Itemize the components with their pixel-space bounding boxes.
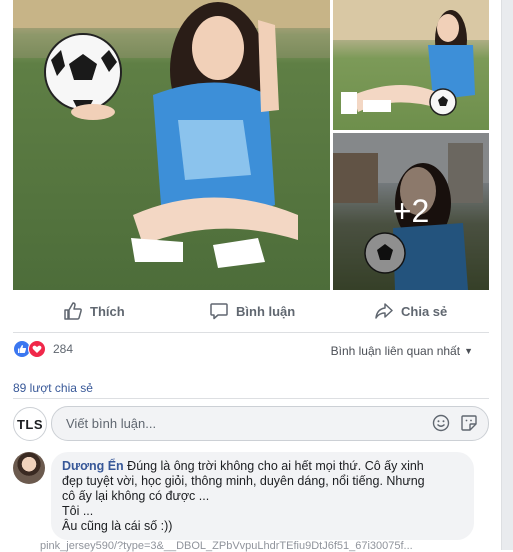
- post-action-bar: Thích Bình luận Chia sẻ: [13, 290, 489, 333]
- feed-background: [501, 0, 513, 550]
- reaction-count: 284: [53, 342, 74, 356]
- more-photos-overlay[interactable]: +2: [333, 133, 489, 290]
- comment-first-line: Dương Ển Đúng là ông trời không cho ai h…: [62, 459, 462, 474]
- comment-sort-dropdown[interactable]: Bình luận liên quan nhất ▼: [331, 344, 473, 358]
- post-photo-main[interactable]: [13, 0, 330, 290]
- comment-input[interactable]: [64, 415, 408, 432]
- comment-author-link[interactable]: Dương Ển: [62, 459, 124, 473]
- current-user-avatar[interactable]: TLS: [13, 407, 47, 441]
- comment-text-line-2: đẹp tuyệt vời, học giỏi, thông minh, duy…: [62, 474, 425, 488]
- share-count-link[interactable]: 89 lượt chia sẻ: [13, 381, 93, 395]
- heart-reaction-icon: [28, 340, 46, 358]
- status-url-fragment: pink_jersey590/?type=3&__DBOL_ZPbVvpuLhd…: [40, 540, 413, 552]
- avatar-initials: TLS: [16, 416, 44, 432]
- share-label: Chia sẻ: [401, 303, 448, 319]
- girl-sitting-illustration: [333, 0, 489, 116]
- comment-text-line-3: cô ấy lại không có được ...: [62, 489, 210, 503]
- sticker-icon[interactable]: [460, 414, 478, 432]
- comment-sort-label: Bình luận liên quan nhất: [330, 344, 461, 358]
- like-button[interactable]: Thích: [63, 290, 125, 332]
- reactions-summary[interactable]: 284: [13, 340, 73, 358]
- comment-button[interactable]: Bình luận: [209, 290, 295, 332]
- post-card: +2 Thích Bình luận Chia sẻ 284 Bình luận…: [0, 0, 502, 552]
- like-label: Thích: [90, 303, 125, 319]
- girl-with-ball-illustration: [13, 0, 330, 268]
- section-divider: [13, 398, 489, 399]
- comment-text-line-4: Tôi ...: [62, 504, 94, 518]
- more-photos-count: +2: [392, 193, 430, 229]
- comment-label: Bình luận: [236, 303, 296, 319]
- comment-text-line-1: Đúng là ông trời không cho ai hết mọi th…: [123, 459, 424, 473]
- share-arrow-icon: [375, 303, 393, 319]
- share-button[interactable]: Chia sẻ: [374, 290, 447, 332]
- speech-bubble-icon: [210, 303, 228, 320]
- thumbs-up-icon: [64, 302, 82, 320]
- commenter-avatar[interactable]: [13, 452, 45, 484]
- comment-bubble: Dương Ển Đúng là ông trời không cho ai h…: [51, 452, 474, 540]
- comment-text-line-5: Âu cũng là cái số :)): [62, 519, 173, 533]
- post-photo-more[interactable]: +2: [333, 133, 489, 290]
- post-photo-secondary[interactable]: [333, 0, 489, 130]
- emoji-icon[interactable]: [432, 414, 450, 432]
- caret-down-icon: ▼: [464, 346, 473, 356]
- comment-composer[interactable]: [51, 406, 489, 441]
